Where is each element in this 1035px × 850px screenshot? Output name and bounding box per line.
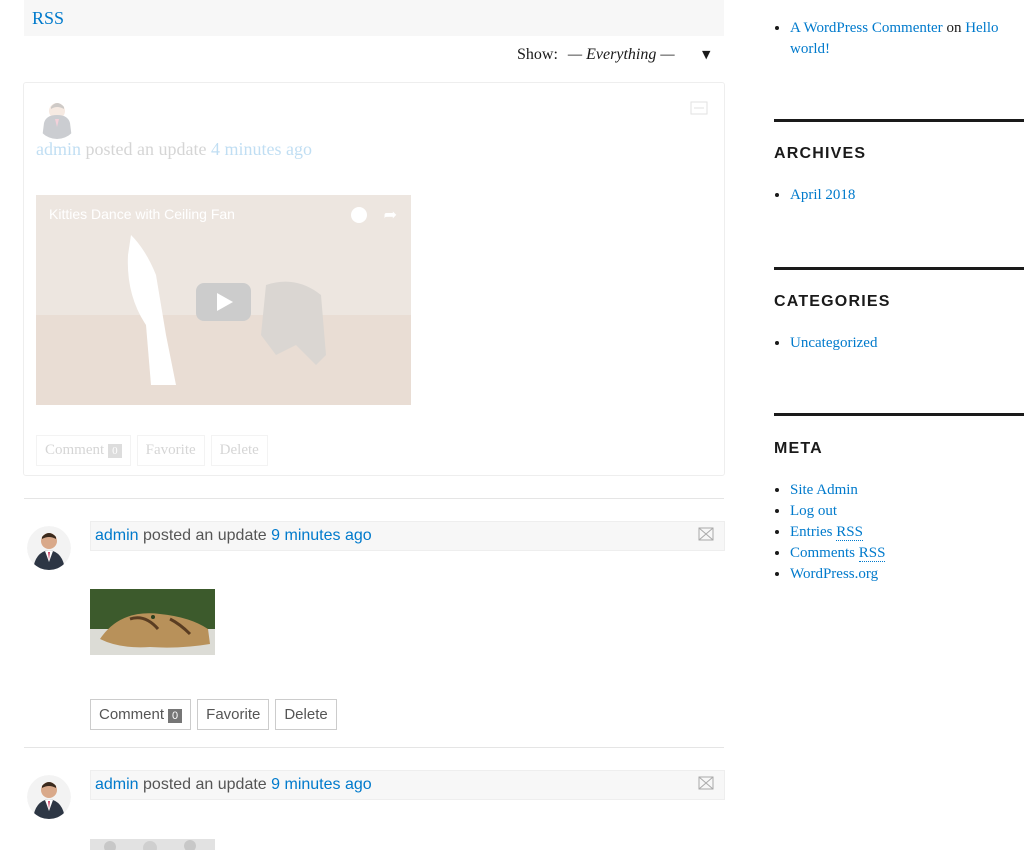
avatar[interactable] <box>27 775 71 819</box>
user-link[interactable]: admin <box>95 776 139 793</box>
comment-count-badge: 0 <box>108 444 122 458</box>
recent-comment-item: A WordPress Commenter on Hello world! <box>790 18 1024 60</box>
activity-image[interactable] <box>90 589 215 655</box>
category-link[interactable]: Uncategorized <box>790 335 877 351</box>
activity-actions: Comment 0 Favorite Delete <box>36 435 274 466</box>
activity-filter[interactable]: Show: — Everything — ▼ <box>517 46 710 64</box>
action-text: posted an update <box>143 527 267 544</box>
filter-label: Show: <box>517 46 558 63</box>
divider <box>24 747 724 748</box>
comments-rss-link[interactable]: Comments RSS <box>790 545 886 562</box>
widget-title: CATEGORIES <box>774 293 891 310</box>
activity-header: admin posted an update 9 minutes ago <box>90 770 725 800</box>
wordpress-org-link[interactable]: WordPress.org <box>790 566 878 582</box>
time-link[interactable]: 9 minutes ago <box>271 527 372 544</box>
time-link[interactable]: 4 minutes ago <box>211 139 312 159</box>
action-text: posted an update <box>85 139 207 159</box>
faded-activity-item: admin posted an update 4 minutes ago Kit… <box>23 82 725 476</box>
widget-title: ARCHIVES <box>774 145 867 162</box>
widget-rule <box>774 119 1024 122</box>
video-title: Kitties Dance with Ceiling Fan <box>49 206 235 222</box>
favorite-button[interactable]: Favorite <box>197 699 270 730</box>
widget-rule <box>774 267 1024 270</box>
user-link[interactable]: admin <box>95 527 139 544</box>
comment-button[interactable]: Comment 0 <box>90 699 192 730</box>
filter-select[interactable]: — Everything — <box>568 46 675 63</box>
site-admin-link[interactable]: Site Admin <box>790 482 858 498</box>
avatar[interactable] <box>36 97 78 139</box>
video-embed[interactable]: Kitties Dance with Ceiling Fan ➦ <box>36 195 411 405</box>
dropdown-arrow-icon[interactable]: ▼ <box>702 48 710 61</box>
divider <box>24 498 724 499</box>
archive-link[interactable]: April 2018 <box>790 187 855 203</box>
comment-button[interactable]: Comment 0 <box>36 435 131 466</box>
comment-count-badge: 0 <box>168 709 183 723</box>
activity-image[interactable] <box>90 838 215 850</box>
delete-button[interactable]: Delete <box>275 699 337 730</box>
activity-type-icon <box>698 527 714 541</box>
time-link[interactable]: 9 minutes ago <box>271 776 372 793</box>
meta-widget: META Site Admin Log out Entries RSS Comm… <box>774 413 1024 585</box>
user-link[interactable]: admin <box>36 139 81 159</box>
recent-comments-widget: A WordPress Commenter on Hello world! <box>774 18 1024 60</box>
log-out-link[interactable]: Log out <box>790 503 837 519</box>
activity-header: admin posted an update 4 minutes ago <box>36 139 312 160</box>
favorite-button[interactable]: Favorite <box>136 435 205 466</box>
categories-widget: CATEGORIES Uncategorized <box>774 267 1024 354</box>
delete-button[interactable]: Delete <box>210 435 268 466</box>
on-text: on <box>946 20 962 36</box>
activity-actions: Comment 0 Favorite Delete <box>90 699 343 730</box>
activity-type-icon <box>698 776 714 790</box>
action-text: posted an update <box>143 776 267 793</box>
widget-title: META <box>774 440 823 457</box>
widget-rule <box>774 413 1024 416</box>
comment-author-link[interactable]: A WordPress Commenter <box>790 20 943 36</box>
activity-header: admin posted an update 9 minutes ago <box>90 521 725 551</box>
rss-link[interactable]: RSS <box>32 8 64 29</box>
entries-rss-link[interactable]: Entries RSS <box>790 524 863 541</box>
watch-later-icon[interactable] <box>351 207 367 223</box>
rss-bar: RSS <box>24 0 724 36</box>
activity-type-icon <box>690 101 708 115</box>
archives-widget: ARCHIVES April 2018 <box>774 119 1024 206</box>
avatar[interactable] <box>27 526 71 570</box>
share-icon[interactable]: ➦ <box>384 205 397 225</box>
